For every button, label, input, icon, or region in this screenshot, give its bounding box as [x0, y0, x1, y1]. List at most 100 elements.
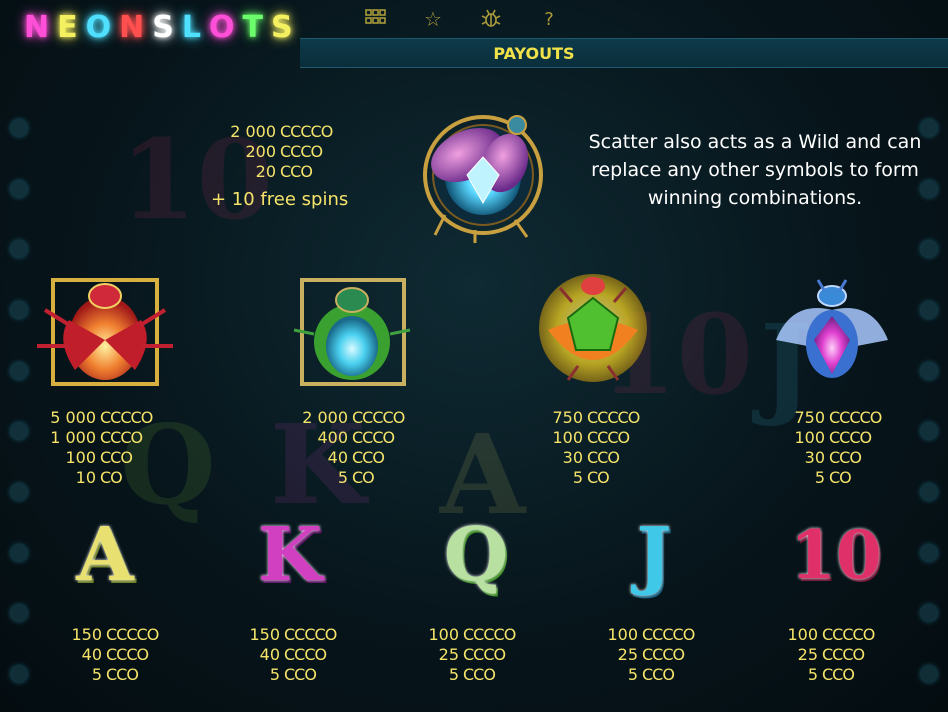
payout-amount: 750: [552, 408, 583, 427]
payout-row: 30 CCO: [545, 448, 639, 468]
payout-row: 100 CCCCO: [780, 625, 875, 645]
help-icon[interactable]: ?: [538, 8, 560, 30]
top-bar: NEONSLOTS ☆ ?: [0, 0, 948, 45]
payout-amount: 2 000: [302, 408, 348, 427]
payout-row: 10 CO: [40, 468, 152, 488]
payout-combo: CCCCO: [829, 408, 882, 427]
payout-amount: 100: [552, 428, 583, 447]
star-icon[interactable]: ☆: [422, 7, 444, 31]
payout-amount: 100: [65, 448, 96, 467]
payout-combo: CCCO: [284, 645, 327, 664]
payout-amount: 30: [804, 448, 825, 467]
payout-amount: 5: [627, 665, 638, 684]
payout-combo: CCO: [106, 665, 139, 684]
payout-row: 150 CCCCO: [242, 625, 337, 645]
symbol-j-payouts: 100 CCCCO 25 CCCO 5 CCO: [600, 625, 695, 685]
payout-combo: CO: [587, 468, 610, 487]
logo-letter: S: [270, 10, 295, 45]
payout-row: 5 CCO: [600, 665, 694, 685]
payout-amount: 150: [71, 625, 102, 644]
payout-combo: CCCCO: [280, 122, 333, 141]
payout-row: 100 CCCCO: [600, 625, 695, 645]
payout-combo: CCCO: [100, 428, 143, 447]
payout-row: 30 CCO: [787, 448, 881, 468]
logo-letter: S: [152, 10, 176, 45]
payout-amount: 750: [794, 408, 825, 427]
payout-row: 2 000 CCCCO: [296, 408, 405, 428]
blue-beetle-payouts: 750 CCCCO 100 CCCO 30 CCO 5 CO: [787, 408, 882, 488]
payout-combo: CCO: [352, 448, 385, 467]
payout-combo: CCCO: [352, 428, 395, 447]
payout-combo: CCCO: [463, 645, 506, 664]
payout-amount: 25: [438, 645, 459, 664]
payout-row: 40 CCCO: [64, 645, 158, 665]
payout-combo: CCCO: [829, 428, 872, 447]
symbol-k: K: [257, 512, 323, 598]
payout-combo: CCO: [463, 665, 496, 684]
blue-beetle-symbol: [776, 279, 888, 378]
payout-combo: CCCCO: [106, 625, 159, 644]
payout-row: 40 CCCO: [242, 645, 336, 665]
symbol-q-payouts: 100 CCCCO 25 CCCO 5 CCO: [421, 625, 516, 685]
payout-combo: CCCO: [587, 428, 630, 447]
symbol-10: 10: [790, 516, 882, 594]
yellow-beetle-symbol: [539, 274, 647, 382]
payout-combo: CCCCO: [352, 408, 405, 427]
payout-combo: CCCO: [280, 142, 323, 161]
payout-combo: CCO: [822, 665, 855, 684]
payout-row: 100 CCO: [40, 448, 152, 468]
payout-amount: 5: [269, 665, 280, 684]
red-beetle-symbol: [37, 278, 173, 386]
payout-amount: 40: [81, 645, 102, 664]
payout-row: 5 CO: [787, 468, 881, 488]
payout-amount: 25: [617, 645, 638, 664]
payout-row: 100 CCCCO: [421, 625, 516, 645]
payout-amount: 100: [794, 428, 825, 447]
payout-amount: 5: [91, 665, 102, 684]
payout-row: 25 CCCO: [600, 645, 694, 665]
payout-row: 5 CO: [545, 468, 639, 488]
left-frame-lights: [6, 120, 32, 682]
logo-letter: N: [119, 10, 147, 45]
yellow-beetle-payouts: 750 CCCCO 100 CCCO 30 CCO 5 CO: [545, 408, 640, 488]
payout-combo: CCCCO: [284, 625, 337, 644]
symbol-a: A: [76, 512, 134, 598]
bug-icon[interactable]: [480, 8, 502, 30]
payout-row: 5 000 CCCCO: [40, 408, 153, 428]
payouts-title-bar: PAYOUTS: [300, 38, 948, 68]
payout-amount: 10: [75, 468, 96, 487]
grid-icon[interactable]: [364, 8, 386, 30]
payout-row: 5 CCO: [242, 665, 336, 685]
payout-row: 750 CCCCO: [545, 408, 640, 428]
payout-amount: 40: [259, 645, 280, 664]
scatter-payouts: 2 000 CCCCO 200 CCCO 20 CCO: [200, 122, 333, 182]
payout-amount: 5: [807, 665, 818, 684]
payout-row: 100 CCCO: [787, 428, 881, 448]
payout-amount: 5 000: [50, 408, 96, 427]
payout-combo: CCCCO: [822, 625, 875, 644]
payout-row: 25 CCCO: [780, 645, 874, 665]
payout-combo: CCCCO: [100, 408, 153, 427]
payout-combo: CCCO: [822, 645, 865, 664]
payout-amount: 30: [562, 448, 583, 467]
symbol-10-payouts: 100 CCCCO 25 CCCO 5 CCO: [780, 625, 875, 685]
payout-combo: CCO: [587, 448, 620, 467]
payout-combo: CCO: [829, 448, 862, 467]
payout-combo: CCCCO: [642, 625, 695, 644]
payout-combo: CCO: [100, 448, 133, 467]
payout-row: 5 CCO: [64, 665, 158, 685]
logo-letter: E: [57, 10, 80, 45]
payout-combo: CO: [352, 468, 375, 487]
payout-row: 150 CCCCO: [64, 625, 159, 645]
red-beetle-payouts: 5 000 CCCCO 1 000 CCCO 100 CCO 10 CO: [40, 408, 153, 488]
payout-row: 1 000 CCCO: [40, 428, 152, 448]
green-beetle-payouts: 2 000 CCCCO 400 CCCO 40 CCO 5 CO: [296, 408, 405, 488]
payout-combo: CO: [829, 468, 852, 487]
logo-letter: O: [85, 10, 114, 45]
symbol-a-payouts: 150 CCCCO 40 CCCO 5 CCO: [64, 625, 159, 685]
symbol-j: J: [636, 512, 672, 598]
scatter-beetle-symbol: [423, 115, 543, 243]
payout-amount: 5: [337, 468, 348, 487]
symbol-q: Q: [443, 512, 509, 598]
neonslots-logo: NEONSLOTS: [24, 10, 295, 46]
